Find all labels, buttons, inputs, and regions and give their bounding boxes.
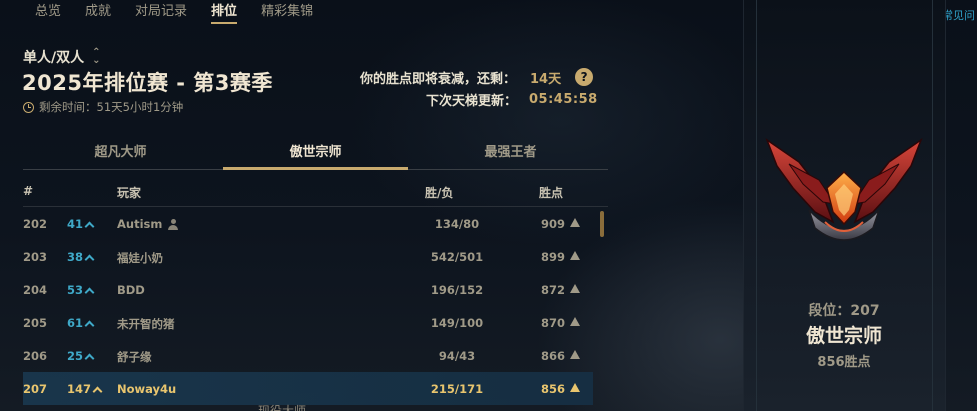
triangle-up-icon	[570, 350, 580, 359]
triangle-up-icon	[570, 251, 580, 260]
table-row[interactable]: 204 53 BDD 196/152 872	[23, 273, 593, 306]
row-change: 38	[67, 250, 95, 264]
season-title: 2025年排位赛 - 第3赛季	[22, 71, 273, 95]
header-rank: #	[23, 184, 34, 198]
row-player[interactable]: 福娃小奶	[117, 250, 163, 266]
arrow-up-icon	[84, 254, 95, 264]
clock-icon	[23, 101, 34, 113]
table-row[interactable]: 206 25 舒子缘 94/43 866	[23, 339, 593, 372]
tier-rank-label: 段位：207	[808, 303, 880, 319]
row-player[interactable]: 舒子缘	[117, 349, 152, 365]
arrow-up-icon	[84, 353, 95, 363]
season-time-left: 剩余时间：51天5小时1分钟	[23, 99, 183, 115]
help-icon[interactable]: ?	[575, 68, 594, 86]
header-player: 玩家	[117, 186, 142, 200]
row-player[interactable]: Autism	[117, 217, 179, 231]
row-player[interactable]: BDD	[117, 283, 145, 297]
row-lp: 870	[540, 316, 565, 330]
nav-tab-achievements[interactable]: 成就	[73, 0, 123, 22]
table-row[interactable]: 205 61 未开智的猪 149/100 870	[23, 306, 593, 339]
tab-grandmaster[interactable]: 傲世宗师	[218, 143, 413, 170]
row-lp: 872	[540, 283, 565, 297]
tab-challenger[interactable]: 最强王者	[413, 143, 608, 169]
table-header: # 玩家 胜/负 胜点	[23, 182, 608, 207]
decay-info: 你的胜点即将衰减，还剩： 14天 ? 下次天梯更新： 05:45:58	[360, 66, 610, 110]
triangle-up-icon	[570, 317, 580, 326]
row-change: 53	[67, 283, 95, 297]
row-wl: 196/152	[430, 283, 484, 297]
triangle-up-icon	[570, 383, 580, 392]
ladder-update-label: 下次天梯更新：	[426, 93, 518, 109]
decay-value: 14天	[530, 71, 562, 87]
header-lp[interactable]: 胜点	[539, 184, 563, 201]
row-change: 41	[67, 217, 95, 231]
row-wl: 134/80	[434, 217, 480, 231]
row-change: 61	[67, 316, 95, 330]
triangle-up-icon	[570, 284, 580, 293]
table-scrollbar[interactable]	[600, 211, 604, 237]
row-wl: 542/501	[430, 250, 484, 264]
row-rank: 204	[23, 283, 48, 297]
row-player[interactable]: Noway4u	[117, 382, 176, 396]
nav-tab-match-history[interactable]: 对局记录	[123, 0, 199, 22]
bottom-cut-text: 现役大师	[258, 404, 307, 411]
tab-master[interactable]: 超凡大师	[23, 143, 218, 169]
arrow-up-icon	[84, 287, 95, 297]
grandmaster-emblem-icon	[765, 138, 923, 241]
row-rank: 203	[23, 250, 48, 264]
tier-tabs: 超凡大师 傲世宗师 最强王者	[23, 143, 608, 170]
row-rank: 207	[23, 382, 48, 396]
nav-tab-ranked[interactable]: 排位	[199, 0, 249, 24]
row-player[interactable]: 未开智的猪	[117, 316, 175, 332]
queue-label: 单人/双人	[23, 50, 85, 66]
arrow-up-icon	[84, 221, 95, 231]
row-lp: 856	[540, 382, 565, 396]
tier-lp: 856胜点	[817, 355, 871, 370]
chevron-updown-icon: ⌃ ⌄	[92, 47, 101, 66]
row-wl: 215/171	[430, 382, 484, 396]
time-left-text: 剩余时间：51天5小时1分钟	[39, 100, 184, 114]
row-lp: 909	[540, 217, 565, 231]
row-rank: 202	[23, 217, 48, 231]
row-lp: 899	[540, 250, 565, 264]
row-lp: 866	[540, 349, 565, 363]
row-change: 25	[67, 349, 95, 363]
person-icon	[168, 218, 179, 230]
arrow-up-icon	[92, 386, 103, 396]
row-rank: 205	[23, 316, 48, 330]
header-wl[interactable]: 胜/负	[425, 184, 453, 201]
tier-name: 傲世宗师	[805, 325, 882, 347]
nav-tab-highlights[interactable]: 精彩集锦	[249, 0, 325, 22]
row-change: 147	[67, 382, 103, 396]
decay-label: 你的胜点即将衰减，还剩：	[360, 71, 517, 87]
row-wl: 149/100	[430, 316, 484, 330]
table-row-current-player[interactable]: 207 147 Noway4u 215/171 856	[23, 372, 593, 405]
ladder-update-value: 05:45:58	[529, 91, 598, 107]
table-row[interactable]: 203 38 福娃小奶 542/501 899	[23, 240, 593, 273]
row-wl: 94/43	[438, 349, 476, 363]
triangle-up-icon	[570, 218, 580, 227]
top-nav: 总览 成就 对局记录 排位 精彩集锦	[23, 0, 325, 24]
nav-tab-overview[interactable]: 总览	[23, 0, 73, 22]
queue-select[interactable]: 单人/双人 ⌃ ⌄	[23, 47, 101, 67]
table-row[interactable]: 202 41 Autism 134/80 909	[23, 207, 593, 240]
arrow-up-icon	[84, 320, 95, 330]
row-rank: 206	[23, 349, 48, 363]
ladder-table: 202 41 Autism 134/80 909 203 38 福娃小奶 542…	[23, 207, 593, 405]
